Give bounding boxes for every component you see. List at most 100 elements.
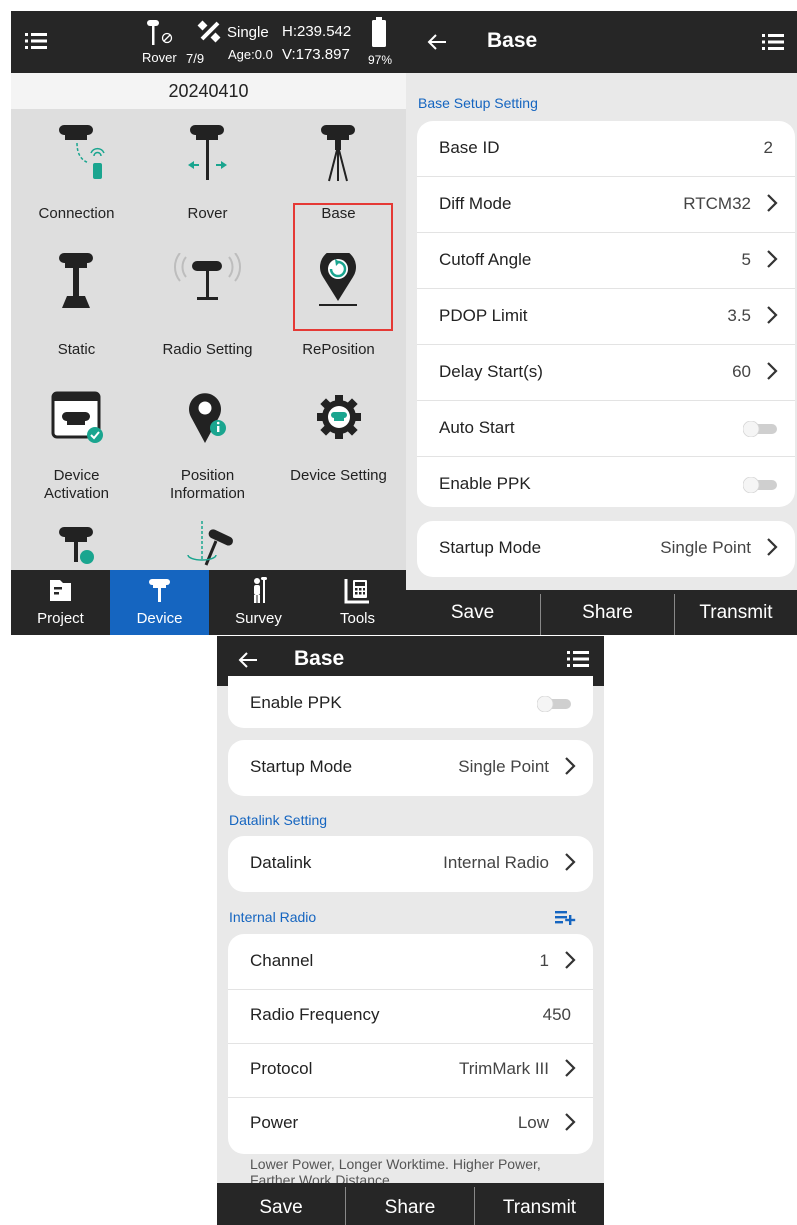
menu-item-connection[interactable]: Connection: [11, 109, 142, 234]
share-button[interactable]: Share: [346, 1183, 474, 1225]
list-menu-icon[interactable]: [567, 650, 589, 668]
row-label: Radio Frequency: [250, 1005, 380, 1024]
row-value: Single Point: [660, 538, 751, 557]
chevron-right-icon: [565, 757, 576, 775]
transmit-button[interactable]: Transmit: [475, 1183, 604, 1225]
tab-project[interactable]: Project: [11, 570, 110, 635]
row-auto-start: Auto Start: [417, 401, 795, 457]
radio-setting-icon: [173, 253, 242, 300]
row-radio-frequency[interactable]: Radio Frequency 450: [228, 988, 593, 1044]
section-base-setup: Base Setup Setting: [418, 95, 538, 111]
back-arrow-icon[interactable]: [237, 649, 259, 671]
battery-level: 97%: [368, 53, 393, 67]
row-label: Protocol: [250, 1059, 313, 1078]
chevron-right-icon: [565, 853, 576, 871]
share-button[interactable]: Share: [541, 590, 674, 635]
internal-radio-card: Channel 1 Radio Frequency 450 Protocol T…: [228, 934, 593, 1154]
menu-icon[interactable]: [25, 31, 47, 51]
row-label: Enable PPK: [250, 693, 342, 712]
add-list-icon[interactable]: [555, 909, 577, 925]
tab-device[interactable]: Device: [110, 570, 209, 635]
position-information-icon: [189, 393, 226, 443]
chevron-right-icon: [767, 306, 778, 324]
base-header: Base: [406, 11, 797, 73]
row-label: Startup Mode: [250, 757, 353, 776]
save-button[interactable]: Save: [217, 1183, 345, 1225]
chevron-right-icon: [565, 1059, 576, 1077]
menu-item-device-setting[interactable]: Device Setting: [273, 381, 404, 506]
row-startup-mode[interactable]: Startup Mode Single Point: [228, 740, 593, 795]
tab-tools[interactable]: Tools: [308, 570, 406, 635]
row-value: RTCM32: [683, 194, 751, 213]
base-icon: [321, 125, 355, 182]
row-value: Internal Radio: [443, 853, 549, 872]
connection-icon: [59, 125, 105, 179]
save-button[interactable]: Save: [406, 590, 539, 635]
chevron-right-icon: [767, 194, 778, 212]
base-action-bar: Save Share Transmit: [406, 590, 797, 635]
menu-label-static: Static: [57, 341, 96, 358]
row-cutoff-angle[interactable]: Cutoff Angle 5: [417, 233, 795, 289]
enable-ppk-toggle[interactable]: [743, 477, 779, 493]
menu-item-device-activation[interactable]: Device Activation: [11, 381, 142, 506]
row-value: TrimMark III: [458, 1059, 549, 1078]
tab-survey[interactable]: Survey: [209, 570, 308, 635]
device-menu-screen: Rover 7/9 Single Age:0.0 H:239.542 V:173…: [11, 11, 406, 635]
row-value: 450: [542, 1005, 571, 1024]
rover-icon: [188, 125, 227, 180]
base-action-bar: Save Share Transmit: [217, 1183, 604, 1225]
chevron-right-icon: [767, 362, 778, 380]
row-value: 1: [539, 951, 549, 970]
row-base-id[interactable]: Base ID 2: [417, 121, 795, 177]
menu-item-rover[interactable]: Rover: [142, 109, 273, 234]
device-activation-icon: [51, 391, 103, 443]
transmit-button[interactable]: Transmit: [675, 590, 797, 635]
menu-item-static[interactable]: Static: [11, 241, 142, 366]
row-protocol[interactable]: Protocol TrimMark III: [228, 1042, 593, 1098]
satellite-count: 7/9: [186, 51, 205, 66]
menu-label-device-setting: Device Setting: [290, 467, 387, 484]
row-label: Base ID: [439, 138, 500, 157]
tab-label-project: Project: [37, 610, 84, 627]
row-label: Power: [250, 1113, 299, 1132]
menu-label-rover: Rover: [187, 205, 228, 222]
tab-label-device: Device: [136, 610, 183, 627]
enable-ppk-toggle[interactable]: [537, 696, 573, 712]
menu-label-radio-setting: Radio Setting: [162, 341, 253, 358]
rover-label: Rover: [142, 50, 177, 65]
base-highlight-box: [293, 203, 393, 331]
row-value: Low: [517, 1113, 549, 1132]
row-label: Datalink: [250, 853, 312, 872]
base-screen-scrolled: Base Enable PPK Startup Mode Single Poin…: [217, 636, 604, 1225]
row-label: PDOP Limit: [439, 306, 528, 325]
row-channel[interactable]: Channel 1: [228, 934, 593, 990]
tab-label-survey: Survey: [235, 610, 282, 627]
list-menu-icon[interactable]: [762, 33, 784, 51]
row-value: 3.5: [727, 306, 751, 325]
row-power[interactable]: Power Low: [228, 1096, 593, 1151]
base-setup-card: Base ID 2 Diff Mode RTCM32 Cutoff Angle …: [417, 121, 795, 507]
row-pdop-limit[interactable]: PDOP Limit 3.5: [417, 289, 795, 345]
row-delay-start[interactable]: Delay Start(s) 60: [417, 345, 795, 401]
v-value: V:173.897: [282, 46, 350, 63]
row-label: Startup Mode: [439, 538, 542, 557]
row-value: Single Point: [458, 757, 549, 776]
menu-item-position-information[interactable]: Position Information: [142, 381, 273, 506]
satellite-icon: [197, 20, 221, 43]
solution-status: Single: [227, 24, 269, 41]
back-arrow-icon[interactable]: [426, 31, 448, 53]
section-internal-radio: Internal Radio: [229, 909, 317, 925]
row-label: Auto Start: [439, 418, 515, 437]
row-enable-ppk: Enable PPK: [228, 680, 593, 735]
device-setting-icon: [317, 395, 361, 439]
row-startup-mode[interactable]: Startup Mode Single Point: [417, 521, 795, 576]
datalink-card: Datalink Internal Radio: [228, 836, 593, 892]
project-date: 20240410: [11, 73, 406, 109]
tools-icon: [344, 579, 369, 604]
auto-start-toggle[interactable]: [743, 421, 779, 437]
row-diff-mode[interactable]: Diff Mode RTCM32: [417, 177, 795, 233]
menu-item-radio-setting[interactable]: Radio Setting: [142, 241, 273, 366]
row-datalink[interactable]: Datalink Internal Radio: [228, 836, 593, 891]
page-title: Base: [294, 647, 345, 670]
chevron-right-icon: [767, 538, 778, 556]
